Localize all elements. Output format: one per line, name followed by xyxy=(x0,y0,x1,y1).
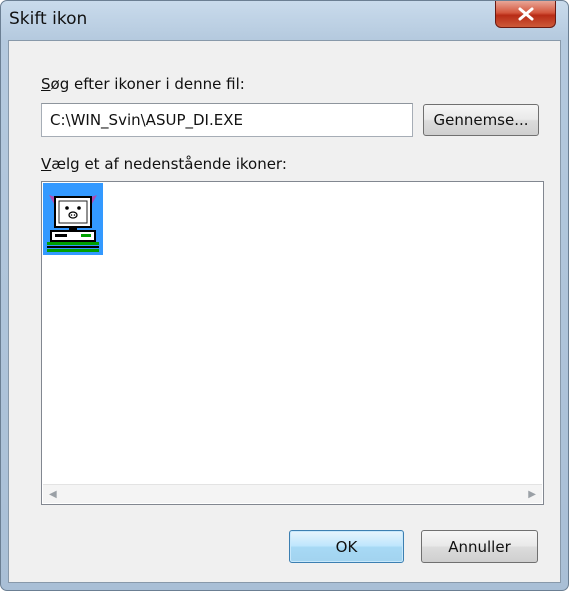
close-icon xyxy=(518,7,533,21)
dialog-body: Søg efter ikoner i denne fil: Gennemse..… xyxy=(8,40,561,583)
icon-select-label: Vælg et af nedenstående ikoner: xyxy=(41,155,287,173)
close-button[interactable] xyxy=(495,1,556,28)
file-search-label: Søg efter ikoner i denne fil: xyxy=(41,75,245,93)
title-bar[interactable]: Skift ikon xyxy=(1,1,568,41)
icon-list-item[interactable] xyxy=(43,183,103,255)
dialog-title: Skift ikon xyxy=(9,9,88,29)
cancel-button[interactable]: Annuller xyxy=(421,530,538,563)
horizontal-scrollbar[interactable]: ◀ ▶ xyxy=(43,484,542,503)
computer-pig-icon xyxy=(47,195,99,252)
browse-button[interactable]: Gennemse... xyxy=(423,104,539,136)
ok-button[interactable]: OK xyxy=(289,530,404,563)
icon-file-path-input[interactable] xyxy=(41,103,413,137)
scroll-left-arrow-icon[interactable]: ◀ xyxy=(49,489,57,500)
scroll-right-arrow-icon[interactable]: ▶ xyxy=(528,489,536,500)
change-icon-dialog: Skift ikon Søg efter ikoner i denne fil:… xyxy=(0,0,569,591)
icon-list[interactable]: ◀ ▶ xyxy=(41,181,544,505)
